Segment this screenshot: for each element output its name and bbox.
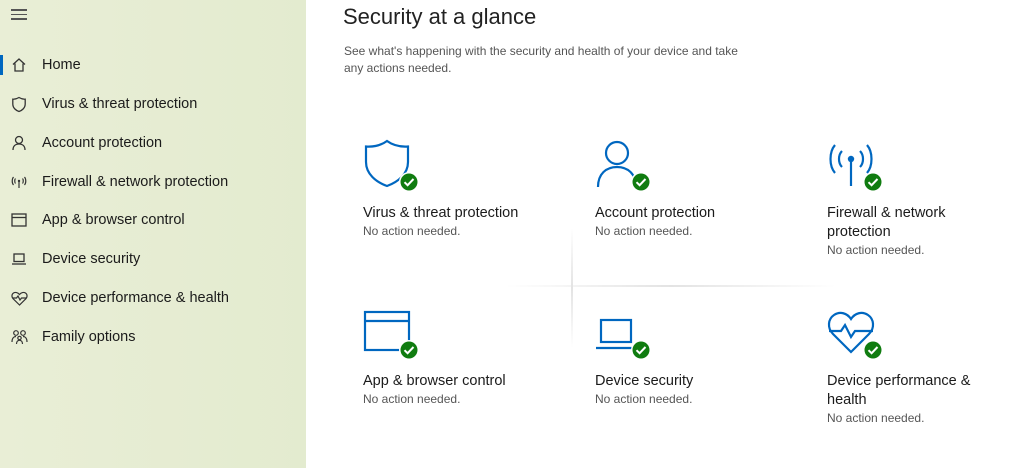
sidebar-item-label: Firewall & network protection (42, 174, 229, 190)
sidebar-item-label: Virus & threat protection (42, 96, 198, 112)
sidebar-item-label: Family options (42, 329, 136, 345)
sidebar-item-label: Account protection (42, 135, 163, 151)
page-title: Security at a glance (343, 4, 537, 29)
grid-divider (506, 285, 836, 287)
person-icon (10, 134, 28, 152)
card-status: No action needed. (595, 392, 693, 406)
grid-divider (571, 228, 573, 348)
sidebar-item-label: Device security (42, 251, 141, 267)
checkmark-icon (399, 340, 419, 360)
card-device-security[interactable]: Device security No action needed. (595, 306, 795, 407)
card-title: App & browser control (363, 373, 506, 389)
checkmark-icon (631, 340, 651, 360)
main-content: Security at a glance See what's happenin… (306, 0, 1024, 468)
page-subtitle: See what's happening with the security a… (344, 44, 738, 75)
heart-pulse-icon (827, 306, 883, 360)
card-status: No action needed. (827, 243, 925, 257)
card-status: No action needed. (363, 392, 461, 406)
card-title: Account protection (595, 205, 716, 221)
card-virus-threat[interactable]: Virus & threat protection No action need… (363, 138, 563, 239)
shield-icon (10, 95, 28, 113)
laptop-icon (10, 250, 28, 268)
hamburger-icon[interactable] (11, 9, 27, 21)
card-title: Firewall & network protection (827, 205, 946, 240)
browser-window-icon (10, 211, 28, 229)
card-title: Device security (595, 373, 694, 389)
home-icon (10, 56, 28, 74)
sidebar-item-label: Device performance & health (42, 290, 229, 306)
sidebar-item-device-performance[interactable]: Device performance & health (0, 281, 306, 315)
checkmark-icon (863, 172, 883, 192)
wifi-antenna-icon (10, 173, 28, 191)
card-account[interactable]: Account protection No action needed. (595, 138, 795, 239)
laptop-icon (595, 306, 651, 360)
checkmark-icon (863, 340, 883, 360)
checkmark-icon (399, 172, 419, 192)
card-status: No action needed. (595, 224, 693, 238)
sidebar: Home Virus & threat protection Account p… (0, 0, 306, 468)
card-firewall[interactable]: Firewall & network protection No action … (827, 138, 987, 258)
sidebar-item-app-browser[interactable]: App & browser control (0, 203, 306, 237)
shield-icon (363, 138, 419, 192)
card-title: Virus & threat protection (363, 205, 519, 221)
sidebar-item-device-security[interactable]: Device security (0, 242, 306, 276)
heart-pulse-icon (10, 289, 28, 307)
sidebar-item-account[interactable]: Account protection (0, 126, 306, 160)
browser-window-icon (363, 306, 419, 360)
wifi-antenna-icon (827, 138, 883, 192)
sidebar-item-label: Home (42, 57, 81, 73)
card-device-performance[interactable]: Device performance & health No action ne… (827, 306, 987, 426)
person-icon (595, 138, 651, 192)
sidebar-item-home[interactable]: Home (0, 48, 306, 82)
family-icon (10, 328, 28, 346)
sidebar-item-virus-threat[interactable]: Virus & threat protection (0, 87, 306, 121)
checkmark-icon (631, 172, 651, 192)
card-status: No action needed. (827, 411, 925, 425)
sidebar-item-label: App & browser control (42, 212, 185, 228)
card-app-browser[interactable]: App & browser control No action needed. (363, 306, 563, 407)
sidebar-item-firewall[interactable]: Firewall & network protection (0, 165, 306, 199)
sidebar-item-family[interactable]: Family options (0, 320, 306, 354)
card-title: Device performance & health (827, 373, 971, 408)
card-status: No action needed. (363, 224, 461, 238)
